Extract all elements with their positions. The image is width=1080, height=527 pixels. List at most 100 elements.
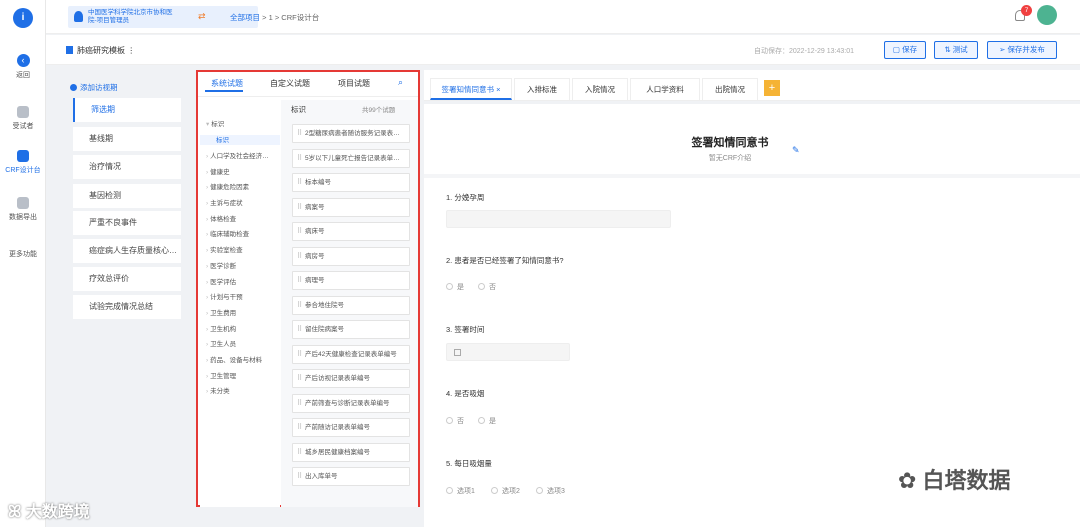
list-count: 共99个试题 — [362, 107, 396, 114]
tree-item[interactable]: › 实验室检查 — [206, 244, 243, 254]
back-button[interactable]: ‹ 返回 — [0, 54, 46, 80]
tab-project-questions[interactable]: 项目试题 — [338, 78, 370, 89]
radio-option[interactable]: 选项3 — [536, 486, 565, 496]
drag-handle-icon[interactable]: ⠿ — [297, 419, 302, 436]
question-item[interactable]: ⠿ 病案号 — [292, 198, 410, 217]
rail-item-subjects[interactable]: 受试者 — [0, 106, 46, 131]
add-visit-button[interactable]: 添加访视期 — [70, 82, 118, 93]
tab-discharge[interactable]: 出院情况 — [702, 78, 758, 100]
close-icon[interactable]: × — [496, 85, 500, 94]
tree-item[interactable]: › 人口学及社会经济… — [206, 150, 269, 160]
search-icon[interactable]: ⌕ — [398, 77, 403, 88]
drag-handle-icon[interactable]: ⠿ — [297, 223, 302, 240]
question-item[interactable]: ⠿ 参合地住院号 — [292, 296, 410, 315]
tree-item[interactable]: › 卫生机构 — [206, 323, 236, 333]
tree-item[interactable]: › 主诉与症状 — [206, 197, 243, 207]
template-title[interactable]: 肺癌研究模板 ⋮ — [66, 45, 135, 56]
drag-handle-icon[interactable]: ⠿ — [297, 272, 302, 289]
radio-option[interactable]: 否 — [478, 282, 496, 292]
question-item[interactable]: ⠿ 产前随访记录表单编号 — [292, 418, 410, 437]
tree-item[interactable]: › 临床辅助检查 — [206, 228, 249, 238]
question-item[interactable]: ⠿ 城乡居民健康档案编号 — [292, 443, 410, 462]
drag-handle-icon[interactable]: ⠿ — [297, 199, 302, 216]
form-subtitle: 暂无CRF介绍 — [708, 155, 752, 162]
question-item[interactable]: ⠿ 产前筛查与诊断记录表单编号 — [292, 394, 410, 413]
tab-admission[interactable]: 入院情况 — [572, 78, 628, 100]
visit-item[interactable]: 治疗情况 — [73, 155, 181, 179]
question-item[interactable]: ⠿ 2型糖尿病患者随访服务记录表… — [292, 124, 410, 143]
swap-icon[interactable]: ⇄ — [198, 11, 206, 22]
tree-item[interactable]: › 药品、设备与材料 — [206, 354, 262, 364]
radio-option[interactable]: 否 — [446, 416, 464, 426]
avatar[interactable] — [1037, 5, 1057, 25]
tree-item[interactable]: › 卫生人员 — [206, 338, 236, 348]
tab-system-questions[interactable]: 系统试题 — [211, 78, 243, 89]
drag-handle-icon[interactable]: ⠿ — [297, 444, 302, 461]
tree-item[interactable]: 标识 — [216, 134, 229, 144]
tree-item[interactable]: › 健康史 — [206, 166, 230, 176]
watermark-left: ꕤ 大数跨境 — [8, 504, 90, 521]
radio-option[interactable]: 选项1 — [446, 486, 475, 496]
visit-item[interactable]: 基因检测 — [73, 184, 181, 208]
drag-handle-icon[interactable]: ⠿ — [297, 248, 302, 265]
visit-item[interactable]: 严重不良事件 — [73, 211, 181, 235]
visit-item[interactable]: 疗效总评价 — [73, 267, 181, 291]
tree-item[interactable]: › 医学诊断 — [206, 260, 236, 270]
tree-selection — [200, 135, 280, 145]
gestation-weeks-input[interactable] — [446, 210, 671, 228]
tab-inclusion-criteria[interactable]: 入排标准 — [514, 78, 570, 100]
question-item[interactable]: ⠿ 标本编号 — [292, 173, 410, 192]
tree-item[interactable]: › 体格检查 — [206, 213, 236, 223]
breadcrumb-root[interactable]: 全部项目 — [230, 13, 260, 22]
drag-handle-icon[interactable]: ⠿ — [297, 321, 302, 338]
question-item[interactable]: ⠿ 产后访视记录表单编号 — [292, 369, 410, 388]
sign-date-picker[interactable] — [446, 343, 570, 361]
question-item[interactable]: ⠿ 病床号 — [292, 222, 410, 241]
question-item[interactable]: ⠿ 病房号 — [292, 247, 410, 266]
tree-item[interactable]: ▾ 标识 — [206, 118, 224, 128]
question-item[interactable]: ⠿ 病理号 — [292, 271, 410, 290]
tree-item[interactable]: › 未分类 — [206, 385, 230, 395]
tree-item[interactable]: › 医学评估 — [206, 276, 236, 286]
breadcrumb-leaf: CRF设计台 — [281, 13, 320, 22]
tab-informed-consent[interactable]: 签署知情同意书 × — [430, 78, 512, 100]
visit-item[interactable]: 试验完成情况总结 — [73, 295, 181, 319]
tree-item[interactable]: › 计划与干预 — [206, 291, 243, 301]
test-button[interactable]: ⇅ 测试 — [934, 41, 978, 59]
tree-item[interactable]: › 卫生管理 — [206, 370, 236, 380]
drag-handle-icon[interactable]: ⠿ — [297, 125, 302, 142]
top-bar: 中国医学科学院北京市协和医院-项目管理员 ⇄ 全部项目 > 1 > CRF设计台… — [46, 0, 1080, 34]
question-item[interactable]: ⠿ 产后42天健康检查记录表单编号 — [292, 345, 410, 364]
visit-item[interactable]: 基线期 — [73, 127, 181, 151]
visit-item[interactable]: 筛选期 — [73, 98, 181, 122]
rail-item-label: 更多功能 — [9, 251, 37, 258]
visit-item[interactable]: 癌症病人生存质量核心… — [73, 239, 181, 263]
radio-option[interactable]: 选项2 — [491, 486, 520, 496]
rail-item-more[interactable]: 更多功能 — [0, 249, 46, 259]
radio-option[interactable]: 是 — [478, 416, 496, 426]
rail-item-export[interactable]: 数据导出 — [0, 197, 46, 222]
active-tab-indicator — [205, 90, 243, 92]
drag-handle-icon[interactable]: ⠿ — [297, 346, 302, 363]
question-label: 2. 患者是否已经签署了知情同意书? — [446, 256, 564, 265]
breadcrumb-project[interactable]: 1 — [269, 13, 273, 22]
tab-demographics[interactable]: 人口学资料 — [630, 78, 700, 100]
tree-item[interactable]: › 卫生费用 — [206, 307, 236, 317]
question-item[interactable]: ⠿ 5岁以下儿童死亡报告记录表单… — [292, 149, 410, 168]
question-item[interactable]: ⠿ 出入库单号 — [292, 467, 410, 486]
question-item[interactable]: ⠿ 留住院病案号 — [292, 320, 410, 339]
tab-custom-questions[interactable]: 自定义试题 — [270, 78, 310, 89]
drag-handle-icon[interactable]: ⠿ — [297, 150, 302, 167]
tree-item[interactable]: › 健康危险因素 — [206, 181, 249, 191]
add-tab-button[interactable]: + — [764, 80, 780, 96]
save-publish-button[interactable]: ➢ 保存并发布 — [987, 41, 1057, 59]
drag-handle-icon[interactable]: ⠿ — [297, 297, 302, 314]
rail-item-crf[interactable]: CRF设计台 — [0, 150, 46, 175]
save-button[interactable]: ▢ 保存 — [884, 41, 926, 59]
radio-option[interactable]: 是 — [446, 282, 464, 292]
drag-handle-icon[interactable]: ⠿ — [297, 174, 302, 191]
drag-handle-icon[interactable]: ⠿ — [297, 370, 302, 387]
rail-item-label: CRF设计台 — [5, 167, 41, 174]
drag-handle-icon[interactable]: ⠿ — [297, 468, 302, 485]
drag-handle-icon[interactable]: ⠿ — [297, 395, 302, 412]
